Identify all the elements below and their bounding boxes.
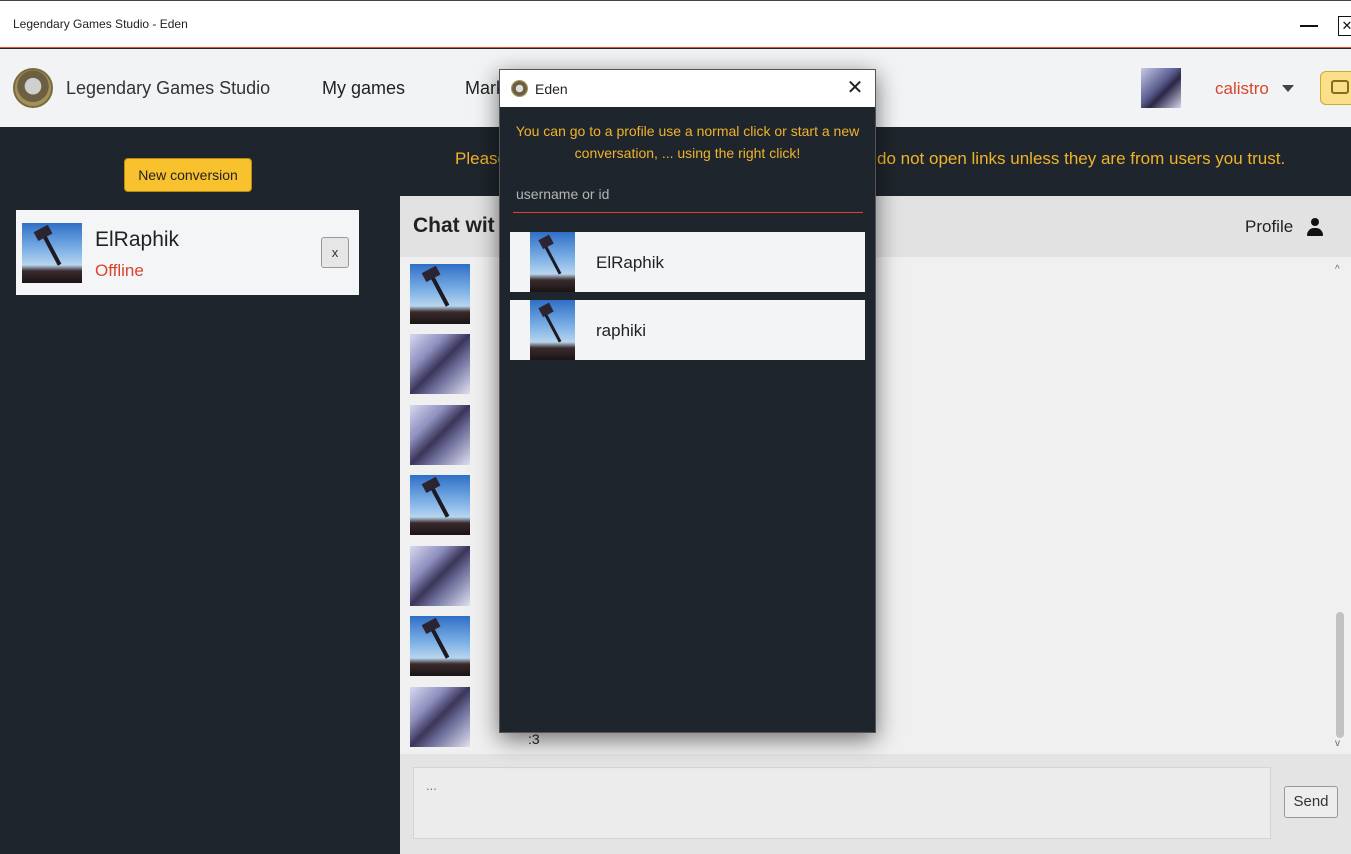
message-text: :3 [528,731,540,747]
conversation-item[interactable]: ElRaphik Offline x [16,210,359,295]
scrollbar-thumb[interactable] [1336,612,1344,738]
search-result-item[interactable]: raphiki [510,300,865,360]
dialog-titlebar: Eden ✕ [500,70,875,107]
app-icon [511,80,528,97]
close-icon[interactable]: ✕ [844,76,866,100]
message-avatar [410,405,470,465]
nav-my-games[interactable]: My games [322,78,405,99]
chevron-down-icon[interactable] [1282,85,1294,92]
message-avatar [410,264,470,324]
username[interactable]: calistro [1215,79,1269,99]
user-search-dialog: Eden ✕ You can go to a profile use a nor… [499,69,876,733]
avatar [22,223,82,283]
message-scrollbar[interactable]: ^ v [1333,262,1347,752]
message-input[interactable] [413,767,1271,839]
chevron-down-icon[interactable]: v [1335,738,1340,749]
send-button[interactable]: Send [1284,786,1338,818]
dialog-hint: You can go to a profile use a normal cli… [515,123,860,161]
message-avatar [410,334,470,394]
message-avatar [410,616,470,676]
brand-name[interactable]: Legendary Games Studio [66,78,270,99]
chevron-up-icon[interactable]: ^ [1335,264,1340,275]
message-avatar [410,546,470,606]
wallet-icon [1331,80,1349,94]
chat-title: Chat wit [413,214,495,237]
status-badge: Offline [95,261,144,280]
window-titlebar: Legendary Games Studio - Eden ✕ [0,0,1351,48]
avatar [530,300,575,360]
wallet-button[interactable] [1320,71,1351,105]
avatar [530,232,575,292]
new-conversation-button[interactable]: New conversion [124,158,252,192]
search-input[interactable] [513,176,863,213]
message-avatar [410,475,470,535]
person-icon[interactable] [1307,218,1323,236]
remove-conversation-button[interactable]: x [321,237,349,268]
window-close-icon[interactable]: ✕ [1338,16,1351,36]
minimize-icon[interactable] [1298,16,1320,34]
user-avatar[interactable] [1141,68,1181,108]
trust-warning-end: do not open links unless they are from u… [877,149,1286,168]
profile-link[interactable]: Profile [1245,217,1293,237]
result-name: ElRaphik [596,253,665,272]
result-name: raphiki [596,321,647,340]
studio-logo-icon[interactable] [13,68,53,108]
search-result-item[interactable]: ElRaphik [510,232,865,292]
message-avatar [410,687,470,747]
dialog-title: Eden [535,81,568,97]
window-title: Legendary Games Studio - Eden [13,17,188,31]
conversation-name: ElRaphik [95,228,180,251]
